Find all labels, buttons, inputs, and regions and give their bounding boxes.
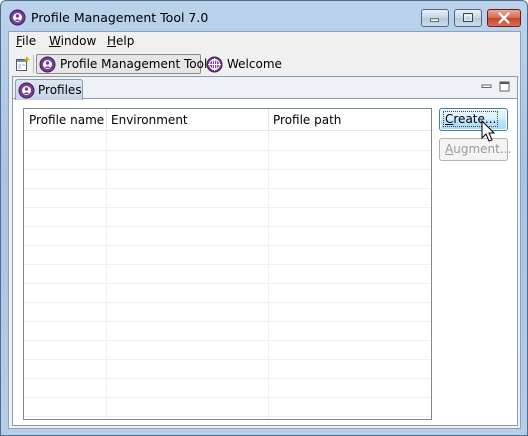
menu-help-mnemonic: H xyxy=(107,34,117,48)
profiles-table[interactable]: Profile name Environment Profile path xyxy=(23,108,432,420)
row-gridline xyxy=(24,416,431,417)
augment-label-rest: ugment... xyxy=(453,142,512,156)
welcome-button[interactable]: Welcome xyxy=(204,54,284,74)
close-button[interactable] xyxy=(487,9,521,27)
close-icon xyxy=(498,12,510,24)
view-maximize-icon[interactable] xyxy=(499,81,510,92)
row-gridline xyxy=(24,302,431,303)
tab-profiles-label: Profiles xyxy=(38,83,82,97)
column-header-profile-name[interactable]: Profile name xyxy=(24,109,106,131)
row-gridline xyxy=(24,321,431,322)
create-label-rest: reate... xyxy=(453,112,497,126)
create-button-label: Create... xyxy=(443,111,499,127)
row-gridline xyxy=(24,340,431,341)
profiles-tab-icon xyxy=(18,82,35,98)
minimize-icon xyxy=(430,18,439,22)
main-window: Profile Management Tool 7.0 File Window … xyxy=(0,0,528,436)
row-gridline xyxy=(24,378,431,379)
tab-profiles[interactable]: Profiles xyxy=(15,79,83,100)
pmt-perspective-button[interactable]: Profile Management Tool xyxy=(36,54,207,74)
view-minimize-icon[interactable] xyxy=(481,81,492,92)
toolbar-separator xyxy=(33,55,34,73)
row-gridline xyxy=(24,264,431,265)
menu-bar: File Window Help xyxy=(9,32,520,52)
row-gridline xyxy=(24,207,431,208)
column-gridline xyxy=(268,131,269,419)
menu-help[interactable]: Help xyxy=(107,34,134,48)
row-gridline xyxy=(24,188,431,189)
title-bar[interactable]: Profile Management Tool 7.0 xyxy=(1,1,527,31)
row-gridline xyxy=(24,397,431,398)
pmt-perspective-label: Profile Management Tool xyxy=(60,57,208,71)
row-gridline xyxy=(24,169,431,170)
menu-file[interactable]: File xyxy=(16,34,36,48)
table-header: Profile name Environment Profile path xyxy=(24,109,431,131)
window-title: Profile Management Tool 7.0 xyxy=(31,10,209,25)
row-gridline xyxy=(24,150,431,151)
maximize-button[interactable] xyxy=(454,9,482,27)
open-perspective-icon[interactable] xyxy=(15,56,31,72)
client-area: File Window Help Profile Management Tool… xyxy=(8,31,521,429)
welcome-label: Welcome xyxy=(227,57,282,71)
augment-button: Augment... xyxy=(439,138,511,161)
augment-button-label: Augment... xyxy=(443,141,513,157)
menu-window-mnemonic: W xyxy=(49,34,61,48)
create-button[interactable]: Create... xyxy=(439,108,508,131)
column-header-profile-path[interactable]: Profile path xyxy=(268,109,431,131)
minimize-button[interactable] xyxy=(421,9,449,27)
row-gridline xyxy=(24,226,431,227)
menu-window[interactable]: Window xyxy=(49,34,96,48)
profile-tool-icon xyxy=(39,56,56,72)
column-gridline xyxy=(106,131,107,419)
row-gridline xyxy=(24,283,431,284)
maximize-icon xyxy=(463,13,473,22)
menu-help-label: elp xyxy=(116,34,135,48)
menu-window-label: indow xyxy=(60,34,97,48)
app-icon xyxy=(9,9,26,26)
welcome-globe-icon xyxy=(206,56,223,72)
toolbar: Profile Management Tool Welcome xyxy=(9,52,520,76)
column-header-environment[interactable]: Environment xyxy=(106,109,268,131)
row-gridline xyxy=(24,359,431,360)
profiles-view: Profiles Profile name Environment Profil… xyxy=(12,76,518,426)
augment-mnemonic: A xyxy=(445,142,454,156)
row-gridline xyxy=(24,245,431,246)
menu-file-label: ile xyxy=(22,34,37,48)
view-tab-strip: Profiles xyxy=(13,77,517,100)
